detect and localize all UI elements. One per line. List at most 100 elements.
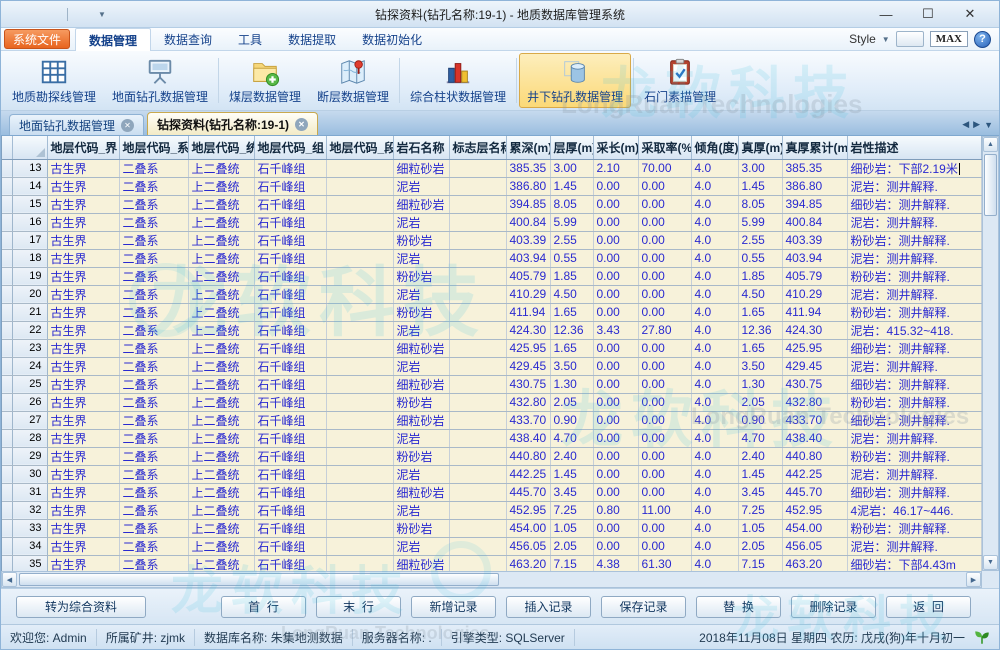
cell[interactable] (449, 249, 506, 267)
cell[interactable]: 463.20 (506, 555, 550, 571)
cell[interactable]: 二叠系 (119, 393, 188, 411)
cell[interactable]: 古生界 (47, 465, 119, 483)
cell[interactable]: 二叠系 (119, 555, 188, 571)
cell[interactable] (326, 231, 393, 249)
cell[interactable]: 古生界 (47, 411, 119, 429)
cell[interactable] (449, 447, 506, 465)
cell[interactable]: 4.0 (691, 249, 738, 267)
cell[interactable]: 泥岩：测井解释. (847, 213, 982, 231)
cell[interactable]: 细粒砂岩 (393, 483, 449, 501)
cell[interactable] (326, 375, 393, 393)
tab-data-query[interactable]: 数据查询 (151, 28, 225, 50)
cell[interactable] (326, 393, 393, 411)
cell[interactable]: 5.99 (738, 213, 782, 231)
cell[interactable]: 7.15 (738, 555, 782, 571)
cell[interactable]: 二叠系 (119, 465, 188, 483)
column-header-8[interactable]: 累深(m) (506, 136, 550, 159)
style-dropdown-label[interactable]: Style (849, 32, 876, 46)
cell[interactable]: 二叠系 (119, 249, 188, 267)
cell[interactable]: 442.25 (506, 465, 550, 483)
cell[interactable]: 386.80 (506, 177, 550, 195)
cell[interactable]: 5.99 (550, 213, 593, 231)
cell[interactable]: 细粒砂岩 (393, 375, 449, 393)
cell[interactable]: 泥岩：测井解释. (847, 465, 982, 483)
cell[interactable]: 0.00 (593, 483, 638, 501)
cell[interactable]: 11.00 (638, 501, 691, 519)
cell[interactable]: 1.45 (550, 177, 593, 195)
cell[interactable]: 石千峰组 (254, 213, 326, 231)
cell[interactable]: 古生界 (47, 195, 119, 213)
row-number[interactable]: 34 (12, 537, 47, 555)
cell[interactable] (326, 195, 393, 213)
cell[interactable]: 石千峰组 (254, 465, 326, 483)
replace-button[interactable]: 替 换 (696, 596, 781, 618)
tab-data-management[interactable]: 数据管理 (75, 28, 151, 51)
cell[interactable]: 403.94 (506, 249, 550, 267)
cell[interactable]: 0.00 (593, 285, 638, 303)
row-number[interactable]: 30 (12, 465, 47, 483)
cell[interactable]: 石千峰组 (254, 519, 326, 537)
cell[interactable]: 粉砂岩 (393, 519, 449, 537)
cell[interactable]: 泥岩：测井解释. (847, 537, 982, 555)
cell[interactable]: 石千峰组 (254, 555, 326, 571)
cell[interactable]: 泥岩：415.32~418. (847, 321, 982, 339)
cell[interactable]: 405.79 (782, 267, 847, 285)
underground-borehole-button[interactable]: 井下钻孔数据管理 (519, 53, 631, 108)
cell[interactable]: 12.36 (738, 321, 782, 339)
cell[interactable]: 0.00 (593, 213, 638, 231)
cell[interactable]: 438.40 (506, 429, 550, 447)
cell[interactable] (449, 195, 506, 213)
cell[interactable]: 二叠系 (119, 501, 188, 519)
cell[interactable]: 7.25 (550, 501, 593, 519)
cell[interactable]: 429.45 (506, 357, 550, 375)
cell[interactable]: 2.40 (550, 447, 593, 465)
cell[interactable]: 403.39 (782, 231, 847, 249)
column-header-9[interactable]: 层厚(m) (550, 136, 593, 159)
cell[interactable]: 上二叠统 (188, 483, 254, 501)
cell[interactable]: 432.80 (506, 393, 550, 411)
column-header-1[interactable]: 地层代码_界 (47, 136, 119, 159)
vertical-scroll-track[interactable] (983, 218, 998, 555)
close-icon[interactable]: ✕ (121, 119, 134, 132)
cell[interactable]: 0.00 (638, 375, 691, 393)
cell[interactable]: 0.00 (593, 339, 638, 357)
cell[interactable]: 古生界 (47, 357, 119, 375)
cell[interactable]: 古生界 (47, 285, 119, 303)
cell[interactable]: 石千峰组 (254, 195, 326, 213)
cell[interactable] (449, 285, 506, 303)
surface-borehole-button[interactable]: 地面钻孔数据管理 (104, 53, 216, 108)
cell[interactable]: 452.95 (506, 501, 550, 519)
cell[interactable]: 粉砂岩：测井解释. (847, 303, 982, 321)
cell[interactable]: 0.00 (638, 537, 691, 555)
cell[interactable]: 石千峰组 (254, 393, 326, 411)
cell[interactable] (449, 519, 506, 537)
cell[interactable]: 8.05 (738, 195, 782, 213)
row-number[interactable]: 33 (12, 519, 47, 537)
cell[interactable]: 粉砂岩：测井解释. (847, 519, 982, 537)
cell[interactable]: 1.30 (738, 375, 782, 393)
cell[interactable] (449, 339, 506, 357)
cell[interactable] (449, 537, 506, 555)
cell[interactable]: 3.00 (738, 159, 782, 177)
cell[interactable]: 细砂岩：下部4.43m (847, 555, 982, 571)
cell[interactable]: 泥岩：测井解释. (847, 357, 982, 375)
cell[interactable]: 石千峰组 (254, 231, 326, 249)
cell[interactable]: 4.0 (691, 519, 738, 537)
cell[interactable]: 1.65 (550, 339, 593, 357)
column-header-6[interactable]: 岩石名称 (393, 136, 449, 159)
fault-data-button[interactable]: 断层数据管理 (309, 53, 397, 108)
cell[interactable]: 石千峰组 (254, 267, 326, 285)
cell[interactable]: 二叠系 (119, 285, 188, 303)
cell[interactable]: 二叠系 (119, 231, 188, 249)
column-header-4[interactable]: 地层代码_组 (254, 136, 326, 159)
cell[interactable]: 上二叠统 (188, 177, 254, 195)
return-button[interactable]: 返 回 (886, 596, 971, 618)
first-row-button[interactable]: 首 行 (221, 596, 306, 618)
horizontal-scroll-track[interactable] (501, 572, 966, 587)
cell[interactable]: 石千峰组 (254, 411, 326, 429)
cell[interactable]: 4.50 (550, 285, 593, 303)
cell[interactable]: 0.00 (638, 411, 691, 429)
row-number[interactable]: 24 (12, 357, 47, 375)
cell[interactable]: 泥岩 (393, 285, 449, 303)
cell[interactable]: 二叠系 (119, 339, 188, 357)
